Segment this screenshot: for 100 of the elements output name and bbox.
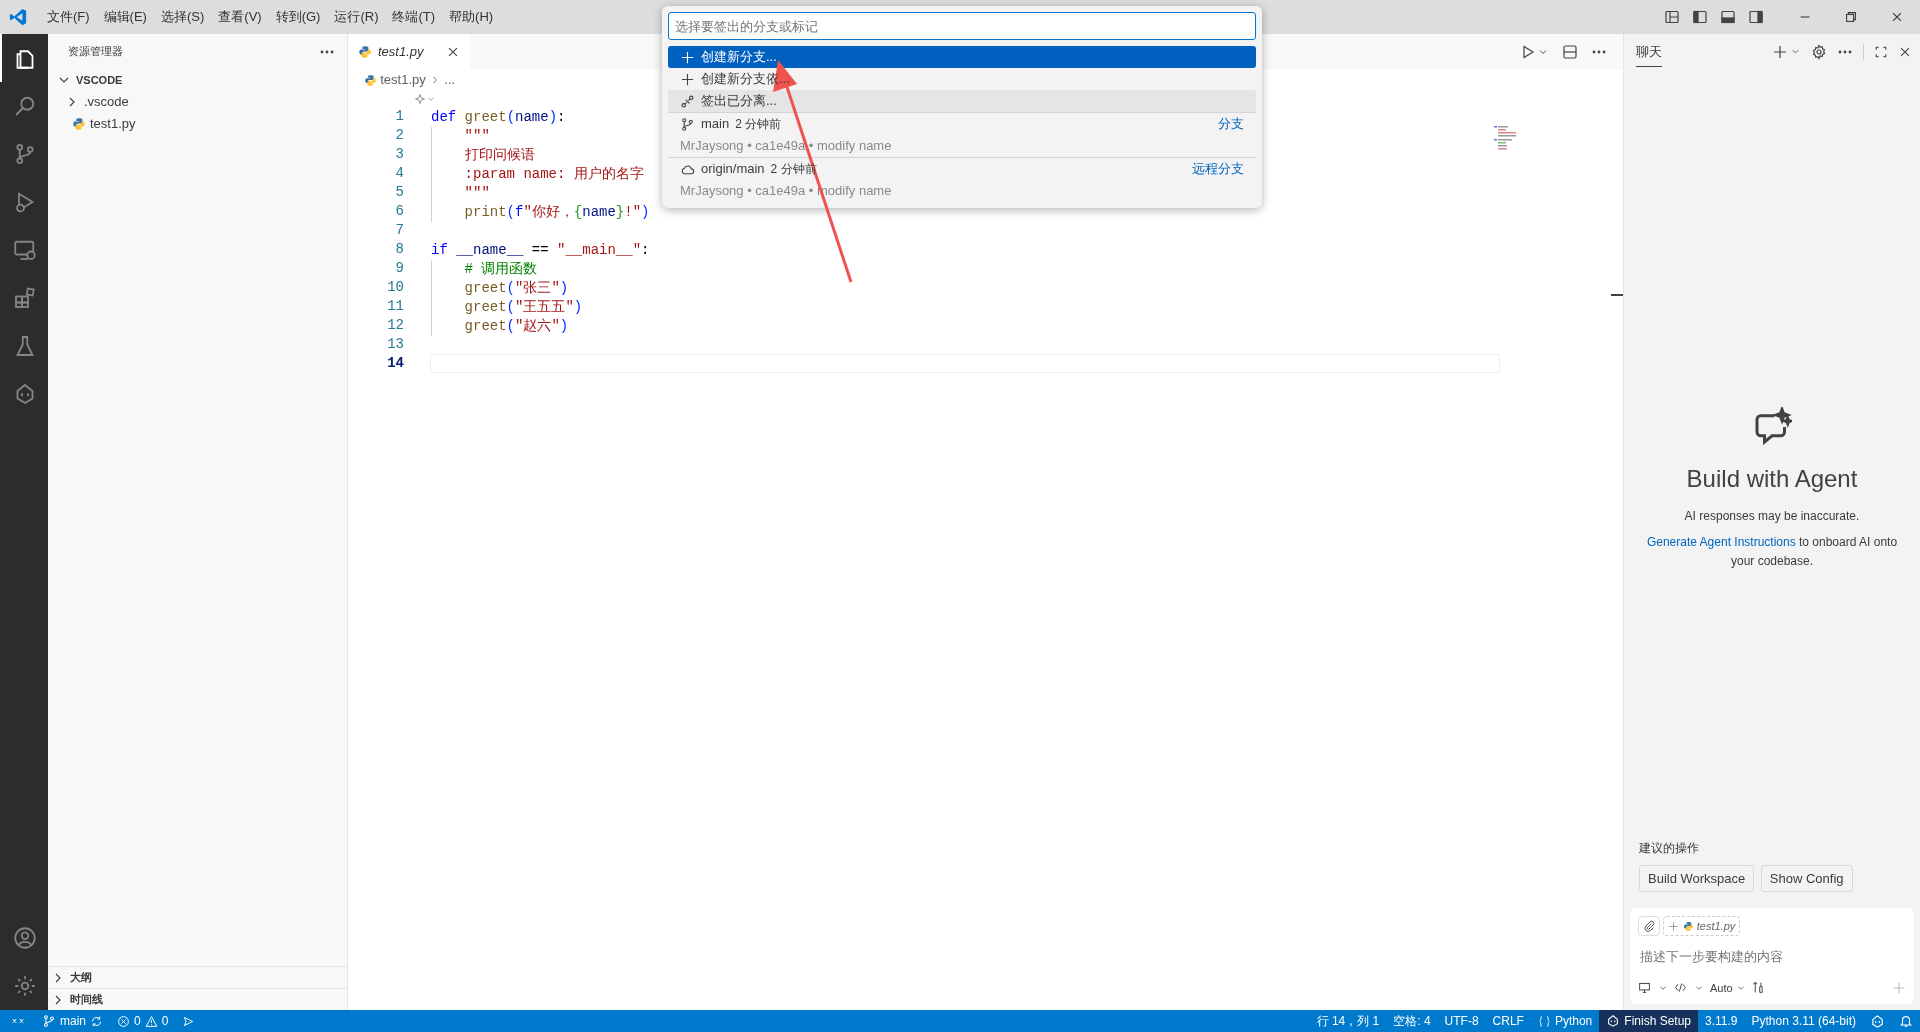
sidebar-toggle-icon[interactable]	[1692, 9, 1708, 25]
menu-item[interactable]: 选择(S)	[153, 7, 212, 27]
line-number: 8	[394, 240, 404, 259]
line-number: 2	[394, 126, 404, 145]
tree-item[interactable]: VSCODE	[48, 69, 347, 91]
status-item[interactable]: UTF-8	[1437, 1010, 1486, 1032]
extensions-icon[interactable]	[13, 286, 37, 310]
code-line: :param name: 用户的名字	[464, 165, 644, 182]
split-editor-icon[interactable]	[1562, 43, 1578, 60]
menu-item[interactable]: 查看(V)	[211, 7, 269, 27]
tree-item[interactable]: test1.py	[48, 113, 347, 135]
quick-pick-item[interactable]: 创建新分支...	[668, 46, 1256, 68]
run-icon[interactable]	[1520, 43, 1536, 60]
code-line: greet("赵六")	[464, 317, 569, 334]
maximize-icon[interactable]	[1874, 44, 1888, 59]
line-number: 1	[394, 107, 404, 126]
sparkle-icon[interactable]	[414, 93, 426, 105]
sync-icon	[90, 1014, 103, 1028]
breadcrumb-item[interactable]: test1.py	[380, 70, 426, 90]
close-icon[interactable]	[1890, 10, 1904, 24]
restore-icon[interactable]	[1844, 10, 1858, 24]
disclaimer-text: AI responses may be inaccurate.	[1684, 508, 1860, 525]
chat-tab[interactable]: 聊天	[1636, 36, 1662, 67]
status-item[interactable]: Python	[1530, 1010, 1600, 1032]
notification-bell-icon[interactable]	[1899, 1014, 1913, 1028]
status-item[interactable]: 空格: 4	[1386, 1010, 1438, 1032]
line-number: 14	[386, 354, 404, 373]
account-icon[interactable]	[13, 926, 37, 950]
status-item[interactable]: 行 14，列 1	[1309, 1010, 1387, 1032]
line-number: 5	[394, 183, 404, 202]
code-line: 打印问候语	[464, 146, 535, 163]
menu-item[interactable]: 文件(F)	[40, 7, 97, 27]
code-line: if __name__ == "__main__":	[431, 241, 650, 258]
chat-input[interactable]: 描述下一步要构建的内容	[1638, 946, 1906, 968]
remote-explorer-icon[interactable]	[13, 238, 37, 262]
line-number: 10	[386, 278, 404, 297]
tree-item[interactable]: .vscode	[48, 91, 347, 113]
secondary-sidebar-icon[interactable]	[1748, 9, 1764, 25]
suggestion-button[interactable]: Show Config	[1760, 864, 1853, 892]
panel-toggle-icon[interactable]	[1720, 9, 1736, 25]
error-icon	[117, 1014, 130, 1028]
ports-icon[interactable]	[182, 1014, 196, 1028]
code-icon[interactable]	[1674, 981, 1687, 995]
menu-item[interactable]: 转到(G)	[268, 7, 328, 27]
breadcrumb-item[interactable]: ...	[444, 70, 456, 90]
copilot-icon	[1606, 1014, 1621, 1028]
code-line: """	[464, 184, 490, 201]
menu-item[interactable]: 帮助(H)	[442, 7, 501, 27]
line-number: 7	[394, 221, 404, 240]
section-header[interactable]: 大纲	[48, 966, 347, 988]
tools-icon[interactable]	[1752, 981, 1766, 995]
suggestions-title: 建议的操作	[1638, 839, 1700, 857]
app-logo-icon	[8, 7, 28, 27]
python-file-icon	[72, 117, 86, 131]
menu-item[interactable]: 运行(R)	[327, 7, 386, 27]
layout-icon[interactable]	[1664, 9, 1680, 25]
code-line: """	[464, 127, 490, 144]
paperclip-icon	[1643, 920, 1655, 932]
plus-icon	[680, 71, 695, 87]
plus-icon	[680, 49, 695, 65]
testing-icon[interactable]	[13, 334, 37, 358]
context-file-chip[interactable]: test1.py	[1663, 916, 1741, 936]
code-line: greet("张三")	[464, 279, 569, 296]
menu-item[interactable]: 编辑(E)	[96, 7, 154, 27]
problems-status[interactable]: 0 0	[110, 1010, 176, 1032]
quick-pick-item[interactable]: 签出已分离...	[668, 90, 1256, 112]
branch-search-field[interactable]: 选择要签出的分支或标记	[668, 12, 1256, 40]
chat-title: Build with Agent	[1686, 464, 1858, 494]
line-number: 11	[386, 297, 404, 316]
quick-pick-item[interactable]: main 2 分钟前 分支 MrJaysong • ca1e49a • modify name	[668, 112, 1256, 157]
onboard-text: Generate Agent Instructions to onboard AI onto your codebase.	[1645, 534, 1899, 570]
status-item[interactable]: Python 3.11 (64-bit)	[1744, 1010, 1863, 1032]
branch-icon	[680, 116, 695, 132]
detach-icon	[680, 93, 695, 109]
editor-tab[interactable]: test1.py	[348, 34, 470, 69]
settings-icon[interactable]	[1811, 43, 1827, 60]
scrollbar-marker	[1611, 294, 1623, 296]
monitor-icon[interactable]	[1638, 981, 1651, 995]
line-number: 4	[394, 164, 404, 183]
line-number: 6	[394, 202, 404, 221]
menu-item[interactable]: 终端(T)	[385, 7, 443, 27]
python-file-icon	[364, 73, 377, 87]
sidebar-title: 资源管理器	[68, 44, 123, 60]
mode-dropdown[interactable]: Auto	[1710, 979, 1746, 996]
braces-icon	[1537, 1014, 1551, 1028]
copilot-icon[interactable]	[1870, 1013, 1885, 1029]
branch-icon	[42, 1014, 56, 1028]
agent-instructions-link[interactable]: Generate Agent Instructions	[1646, 535, 1796, 549]
status-item[interactable]: Finish Setup	[1599, 1010, 1698, 1032]
code-line: print(f"你好，{name}!")	[464, 203, 650, 220]
source-control-icon[interactable]	[13, 142, 37, 166]
new-chat-icon[interactable]	[1772, 43, 1788, 60]
search-icon[interactable]	[13, 94, 37, 118]
status-item[interactable]: 3.11.9	[1698, 1010, 1745, 1032]
status-item[interactable]: CRLF	[1485, 1010, 1531, 1032]
settings-icon[interactable]	[13, 974, 37, 998]
branch-status[interactable]: main	[35, 1010, 110, 1032]
attach-button[interactable]	[1638, 916, 1660, 936]
code-line: def greet(name):	[431, 108, 566, 125]
suggestion-button[interactable]: Build Workspace	[1639, 864, 1755, 892]
